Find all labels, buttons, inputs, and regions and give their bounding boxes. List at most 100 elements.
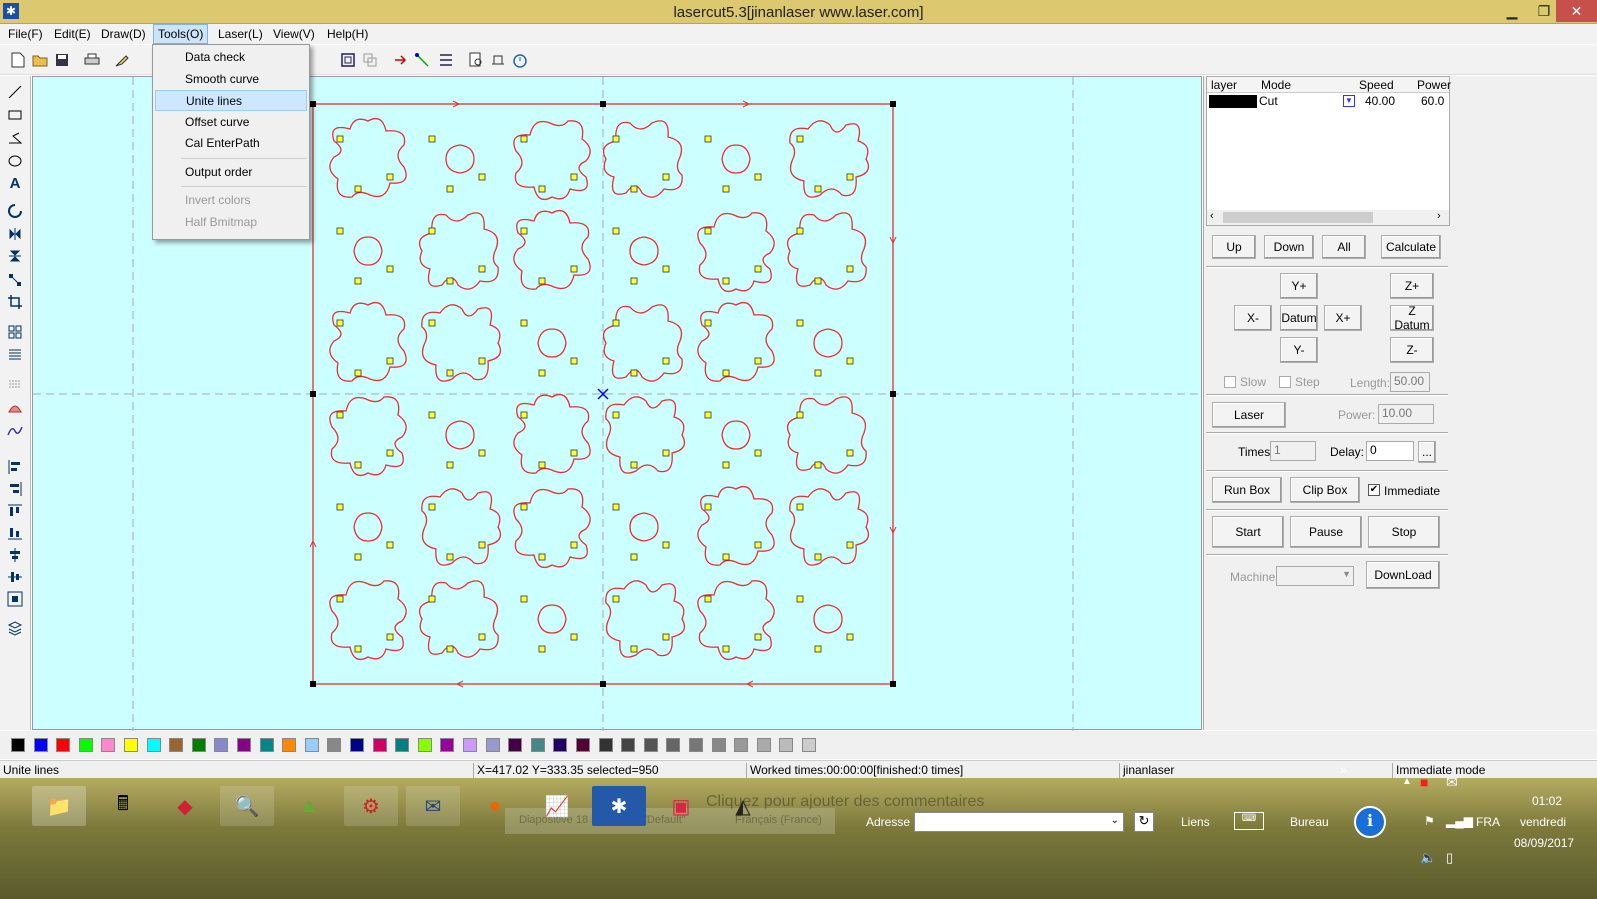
language-indicator[interactable]: FRA (1476, 815, 1500, 829)
color-swatch[interactable] (598, 738, 613, 752)
color-swatch[interactable] (621, 738, 636, 752)
lasercut-app-icon[interactable]: ✱ (592, 786, 646, 826)
layer-table[interactable]: layer Mode Speed Power Cut ▼ 40.00 60.0 … (1206, 76, 1451, 226)
mirror-v-icon[interactable] (5, 246, 25, 266)
color-swatch[interactable] (553, 738, 568, 752)
new-file-icon[interactable] (8, 50, 28, 70)
mirror-h-icon[interactable] (5, 224, 25, 244)
machine-icon[interactable] (488, 50, 508, 70)
laser-button[interactable]: Laser (1212, 402, 1286, 428)
menu-laser[interactable]: Laser(L) (214, 26, 267, 42)
color-swatch[interactable] (372, 738, 387, 752)
color-swatch[interactable] (440, 738, 455, 752)
machine-select[interactable]: ▼ (1276, 566, 1354, 586)
save-icon[interactable] (52, 50, 72, 70)
delay-more-button[interactable]: ... (1418, 441, 1436, 463)
minimize-button[interactable]: ▁ (1496, 0, 1528, 22)
battery-icon[interactable]: ▯ (1446, 850, 1453, 866)
ungroup-icon[interactable] (360, 50, 380, 70)
file-explorer-icon[interactable]: 📁 (32, 786, 86, 826)
color-swatch[interactable] (124, 738, 138, 752)
node-edit-icon[interactable] (5, 270, 25, 290)
clock-date[interactable]: 08/09/2017 (1514, 836, 1574, 850)
layer-down-button[interactable]: Down (1264, 235, 1314, 259)
scroll-left-icon[interactable]: ‹ (1210, 210, 1214, 222)
menu-edit[interactable]: Edit(E) (50, 26, 95, 42)
color-swatch[interactable] (214, 738, 229, 752)
text-tool-icon[interactable]: A (5, 173, 25, 193)
step-checkbox[interactable] (1279, 376, 1291, 388)
color-swatch[interactable] (576, 738, 590, 752)
layers-icon[interactable] (5, 618, 25, 638)
color-swatch[interactable] (395, 738, 410, 752)
menu-item-smooth-curve[interactable]: Smooth curve (155, 69, 307, 90)
color-swatch[interactable] (56, 738, 71, 752)
clip-box-button[interactable]: Clip Box (1290, 477, 1360, 503)
line-tool-icon[interactable] (5, 82, 25, 102)
color-swatch[interactable] (78, 738, 93, 752)
tray-up-icon[interactable]: ▲ (1402, 776, 1412, 787)
keyboard-icon[interactable]: ⌨ (1234, 812, 1264, 830)
clock-day[interactable]: vendredi (1520, 815, 1566, 829)
horizontal-scrollbar[interactable]: ‹ › (1207, 210, 1449, 225)
datum-button[interactable]: Datum (1280, 305, 1318, 331)
menu-item-data-check[interactable]: Data check (155, 47, 307, 68)
align-left-icon[interactable] (5, 457, 25, 477)
refresh-icon[interactable]: ↻ (1134, 812, 1154, 832)
menu-tools[interactable]: Tools(O) (153, 24, 209, 44)
group-icon[interactable] (338, 50, 358, 70)
color-swatch[interactable] (643, 738, 658, 752)
color-swatch[interactable] (191, 738, 206, 752)
menu-item-unite-lines[interactable]: Unite lines (155, 90, 307, 111)
tray-mail-icon[interactable]: ✉ (1446, 774, 1458, 791)
powerpoint-icon[interactable]: ▣ (654, 786, 708, 826)
color-swatch[interactable] (530, 738, 545, 752)
color-swatch[interactable] (304, 738, 319, 752)
layer-up-button[interactable]: Up (1212, 235, 1256, 259)
color-swatch[interactable] (282, 738, 297, 752)
y-minus-button[interactable]: Y- (1280, 337, 1318, 363)
center-page-icon[interactable] (5, 589, 25, 609)
chart-app-icon[interactable]: 📈 (530, 786, 584, 826)
align-bottom-icon[interactable] (5, 523, 25, 543)
grid-array-icon[interactable] (5, 322, 25, 342)
ellipse-tool-icon[interactable] (5, 151, 25, 171)
firefox-icon[interactable]: ● (468, 786, 522, 826)
flag-icon[interactable]: ⚑ (1424, 814, 1435, 828)
color-swatch[interactable] (756, 738, 771, 752)
z-plus-button[interactable]: Z+ (1390, 273, 1434, 299)
delay-input[interactable]: 0 (1366, 441, 1414, 461)
open-folder-icon[interactable] (30, 50, 50, 70)
layer-all-button[interactable]: All (1322, 235, 1366, 259)
machine-dropdown-icon[interactable]: ▼ (1342, 569, 1351, 579)
color-swatch[interactable] (146, 738, 161, 752)
crop-icon[interactable] (5, 292, 25, 312)
timer-icon[interactable] (510, 50, 530, 70)
menu-item-cal-enterpath[interactable]: Cal EnterPath (155, 133, 307, 154)
inkscape-icon[interactable]: ◭ (716, 786, 770, 826)
scroll-thumb[interactable] (1223, 212, 1373, 223)
color-swatch[interactable] (689, 738, 703, 752)
clock-time[interactable]: 01:02 (1532, 794, 1562, 808)
x-minus-button[interactable]: X- (1234, 305, 1272, 331)
desktop-label[interactable]: Bureau (1290, 815, 1329, 829)
center-v-icon[interactable] (5, 567, 25, 587)
laser-head-icon[interactable] (5, 398, 25, 418)
stop-button[interactable]: Stop (1368, 516, 1440, 548)
scroll-right-icon[interactable]: › (1437, 210, 1441, 222)
immediate-checkbox[interactable]: ✔ (1368, 484, 1380, 496)
color-swatch[interactable] (101, 738, 116, 752)
curve-tool-icon[interactable] (5, 421, 25, 441)
color-swatch[interactable] (259, 738, 274, 752)
android-icon[interactable]: ▲ (282, 786, 336, 826)
polyline-tool-icon[interactable] (5, 128, 25, 148)
color-swatch[interactable] (666, 738, 681, 752)
calculator-icon[interactable]: 🖩 (96, 786, 150, 826)
color-swatch[interactable] (508, 738, 523, 752)
select-tool-icon[interactable] (112, 50, 132, 70)
info-notification-icon[interactable]: ℹ (1354, 806, 1386, 838)
preview-icon[interactable] (466, 50, 486, 70)
links-label[interactable]: Liens (1181, 815, 1210, 829)
pause-button[interactable]: Pause (1290, 516, 1362, 548)
color-swatch[interactable] (327, 738, 342, 752)
